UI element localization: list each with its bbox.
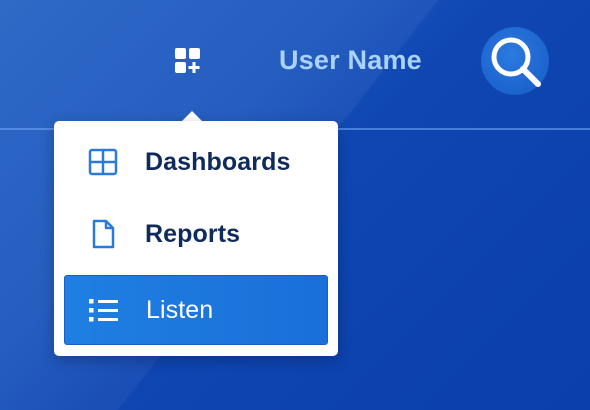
user-name[interactable]: User Name (279, 45, 422, 76)
search-icon (491, 37, 541, 87)
menu-item-reports[interactable]: Reports (64, 199, 328, 269)
list-icon (87, 293, 121, 327)
apps-dropdown-menu: Dashboards Reports Listen (54, 121, 338, 356)
menu-item-dashboards[interactable]: Dashboards (64, 127, 328, 197)
apps-button[interactable] (170, 44, 206, 78)
grid-plus-icon (175, 48, 200, 73)
menu-item-label: Dashboards (145, 147, 291, 176)
menu-item-listen[interactable]: Listen (64, 275, 328, 345)
menu-item-label: Listen (146, 295, 214, 324)
search-button[interactable] (481, 27, 549, 95)
dashboard-grid-icon (86, 145, 120, 179)
menu-item-label: Reports (145, 219, 241, 248)
document-icon (86, 217, 120, 251)
